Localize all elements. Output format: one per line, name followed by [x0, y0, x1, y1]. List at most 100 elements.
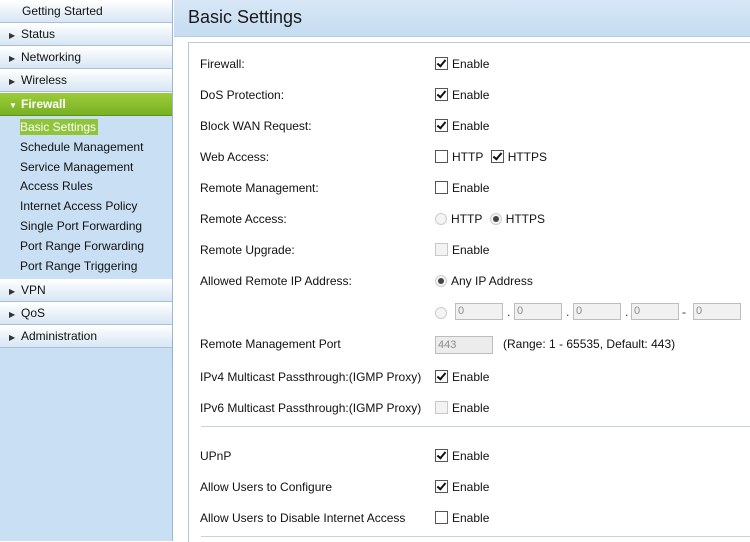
- sidebar-item-port-range-forwarding[interactable]: Port Range Forwarding: [0, 237, 172, 257]
- expand-arrow-icon: ▶: [9, 77, 16, 86]
- remote-access-https-radio[interactable]: [489, 213, 502, 225]
- allowed-ip-label: Allowed Remote IP Address:: [200, 274, 352, 288]
- nav-firewall[interactable]: ▼ Firewall: [0, 92, 172, 116]
- nav-wireless[interactable]: ▶ Wireless: [0, 69, 172, 92]
- https-label: HTTPS: [507, 150, 548, 164]
- upnp-row: UPnP Enable: [189, 447, 750, 467]
- remote-access-label: Remote Access:: [200, 212, 287, 226]
- enable-label: Enable: [452, 401, 490, 415]
- sidebar-item-schedule-management[interactable]: Schedule Management: [0, 138, 172, 158]
- remote-access-row: Remote Access: HTTP HTTPS: [189, 210, 750, 230]
- collapse-arrow-icon: ▼: [9, 101, 17, 110]
- enable-label: Enable: [452, 370, 490, 384]
- sidebar-item-label: Basic Settings: [20, 119, 99, 135]
- ipv6-multicast-label: IPv6 Multicast Passthrough:(IGMP Proxy): [200, 401, 422, 415]
- ip-range-row: 0 . 0 . 0 . 0 - 0: [189, 303, 750, 323]
- any-ip-radio[interactable]: [435, 275, 447, 287]
- page-header: Basic Settings: [174, 0, 750, 37]
- http-label: HTTP: [452, 150, 484, 164]
- allow-disable-enable-checkbox[interactable]: [435, 511, 448, 524]
- dos-enable-checkbox[interactable]: [435, 88, 448, 101]
- expand-arrow-icon: ▶: [9, 333, 16, 343]
- expand-arrow-icon: ▶: [9, 287, 16, 297]
- nav-administration[interactable]: ▶ Administration: [0, 325, 172, 349]
- ipv4-multicast-enable-checkbox[interactable]: [435, 370, 448, 383]
- firewall-row: Firewall: Enable: [189, 55, 750, 75]
- enable-label: Enable: [452, 88, 490, 102]
- upnp-enable-checkbox[interactable]: [435, 449, 448, 462]
- allow-configure-row: Allow Users to Configure Enable: [189, 478, 750, 498]
- allowed-ip-row: Allowed Remote IP Address: Any IP Addres…: [189, 272, 750, 292]
- ip-octet-2-input[interactable]: 0: [514, 303, 562, 320]
- ipv6-multicast-enable-checkbox[interactable]: [435, 401, 448, 414]
- settings-panel: Firewall: Enable DoS Protection: Enable …: [188, 42, 750, 542]
- expand-arrow-icon: ▶: [9, 31, 16, 40]
- sidebar-item-single-port-forwarding[interactable]: Single Port Forwarding: [0, 217, 172, 237]
- ip-octet-3-input[interactable]: 0: [573, 303, 621, 320]
- nav-qos[interactable]: ▶ QoS: [0, 302, 172, 326]
- nav-vpn-label: VPN: [21, 283, 46, 298]
- mgmt-port-input[interactable]: 443: [435, 335, 493, 354]
- ip-dot-separator: .: [625, 305, 629, 319]
- block-wan-label: Block WAN Request:: [200, 119, 312, 133]
- mgmt-port-label: Remote Management Port: [200, 337, 341, 351]
- ip-octet-4-end-input[interactable]: 0: [693, 303, 741, 320]
- remote-mgmt-row: Remote Management: Enable: [189, 179, 750, 199]
- web-access-row: Web Access: HTTP HTTPS: [189, 148, 750, 168]
- dos-row: DoS Protection: Enable: [189, 86, 750, 106]
- enable-label: Enable: [452, 243, 490, 257]
- ip-range-radio[interactable]: [435, 307, 447, 319]
- nav-qos-label: QoS: [21, 306, 46, 321]
- nav-wireless-label: Wireless: [21, 73, 68, 87]
- web-access-https-checkbox[interactable]: [490, 150, 504, 163]
- upnp-label: UPnP: [200, 449, 232, 463]
- remote-upgrade-enable-checkbox[interactable]: [435, 243, 448, 256]
- allow-configure-label: Allow Users to Configure: [200, 480, 333, 494]
- web-access-http-checkbox[interactable]: [435, 150, 448, 163]
- nav-vpn[interactable]: ▶ VPN: [0, 279, 172, 303]
- ip-octet-1-input[interactable]: 0: [455, 303, 503, 320]
- nav-status-label: Status: [21, 27, 56, 41]
- allow-disable-label: Allow Users to Disable Internet Access: [200, 511, 406, 525]
- enable-label: Enable: [452, 511, 490, 525]
- enable-label: Enable: [452, 449, 490, 463]
- nav-status[interactable]: ▶ Status: [0, 23, 172, 46]
- https-label: HTTPS: [505, 212, 546, 226]
- mgmt-port-row: Remote Management Port 443 (Range: 1 - 65…: [189, 335, 750, 355]
- ip-octet-4-start-input[interactable]: 0: [631, 303, 679, 320]
- http-label: HTTP: [451, 212, 483, 226]
- web-access-label: Web Access:: [200, 150, 270, 164]
- block-wan-enable-checkbox[interactable]: [435, 119, 448, 132]
- ipv6-multicast-row: IPv6 Multicast Passthrough:(IGMP Proxy) …: [189, 399, 750, 419]
- enable-label: Enable: [452, 57, 490, 71]
- dos-label: DoS Protection:: [200, 88, 285, 102]
- nav-networking-label: Networking: [21, 50, 82, 64]
- remote-mgmt-enable-checkbox[interactable]: [435, 181, 448, 194]
- sidebar-item-basic-settings[interactable]: Basic Settings: [0, 118, 172, 138]
- ip-range-dash: -: [682, 305, 686, 319]
- sidebar-item-internet-access-policy[interactable]: Internet Access Policy: [0, 197, 172, 217]
- firewall-submenu: Basic Settings Schedule Management Servi…: [0, 116, 172, 279]
- remote-mgmt-label: Remote Management:: [200, 181, 319, 195]
- firewall-label: Firewall:: [200, 57, 245, 71]
- mgmt-port-range-text: (Range: 1 - 65535, Default: 443): [503, 337, 676, 351]
- remote-access-http-radio[interactable]: [435, 213, 447, 225]
- sidebar-item-access-rules[interactable]: Access Rules: [0, 177, 172, 197]
- section-divider-bottom: [201, 536, 750, 537]
- enable-label: Enable: [452, 181, 490, 195]
- enable-label: Enable: [452, 480, 490, 494]
- ipv4-multicast-label: IPv4 Multicast Passthrough:(IGMP Proxy): [200, 370, 422, 384]
- sidebar-item-service-management[interactable]: Service Management: [0, 158, 172, 178]
- allow-configure-enable-checkbox[interactable]: [435, 480, 448, 493]
- firewall-enable-checkbox[interactable]: [435, 57, 448, 70]
- sidebar-resize-handle[interactable]: [172, 340, 175, 362]
- nav-getting-started[interactable]: Getting Started: [0, 0, 172, 23]
- sidebar-item-port-range-triggering[interactable]: Port Range Triggering: [0, 257, 172, 277]
- remote-upgrade-label: Remote Upgrade:: [200, 243, 295, 257]
- nav-firewall-label: Firewall: [21, 97, 66, 111]
- section-divider: [201, 426, 750, 427]
- allow-disable-row: Allow Users to Disable Internet Access E…: [189, 509, 750, 529]
- sidebar-nav: Getting Started ▶ Status ▶ Networking ▶ Wir…: [0, 0, 173, 541]
- ip-dot-separator: .: [507, 305, 511, 319]
- nav-networking[interactable]: ▶ Networking: [0, 46, 172, 69]
